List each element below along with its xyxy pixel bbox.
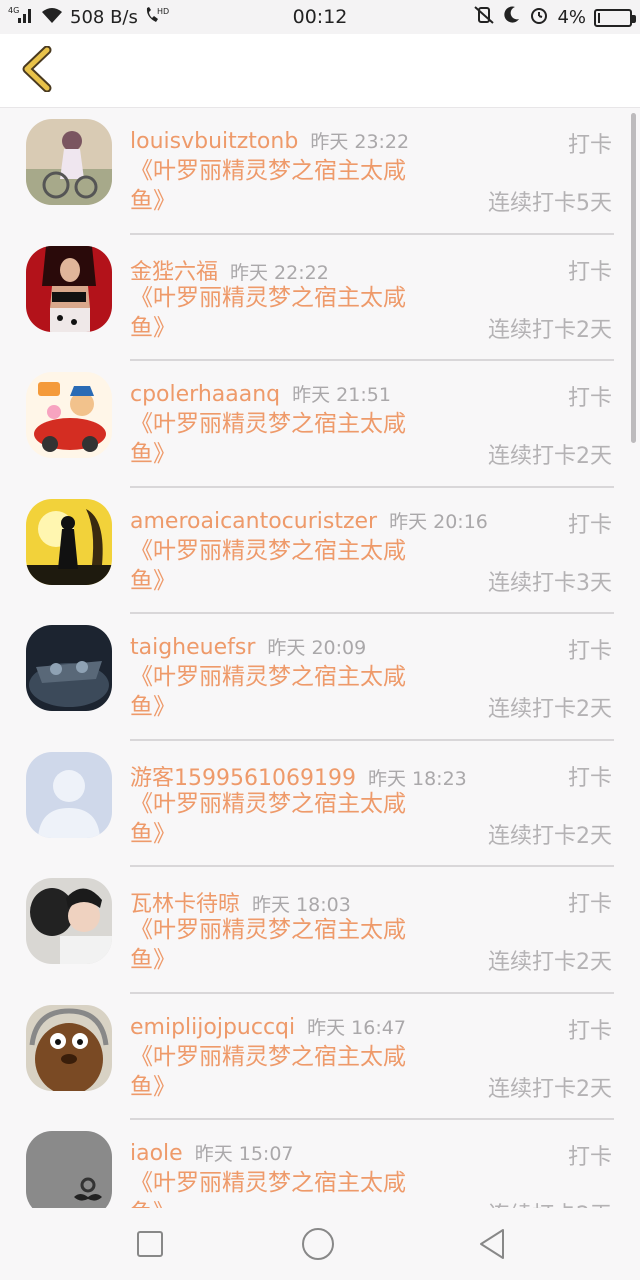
list-item[interactable]: 金狴六福 昨天 22:22 打卡 《叶罗丽精灵梦之宿主太咸鱼》 连续打卡2天 [0,235,640,361]
list-item[interactable]: 游客1599561069199 昨天 18:23 打卡 《叶罗丽精灵梦之宿主太咸鱼… [0,741,640,867]
battery-icon [594,8,636,27]
book-title[interactable]: 《叶罗丽精灵梦之宿主太咸鱼》 [130,1042,430,1102]
home-button[interactable] [300,1228,336,1264]
checkin-label: 打卡 [567,133,612,158]
streak-count: 连续打卡2天 [488,950,612,975]
recent-apps-button[interactable] [132,1228,168,1264]
user-name[interactable]: cpolerhaaanq [130,382,280,407]
list-item[interactable]: emiplijojpuccqi 昨天 16:47 打卡 《叶罗丽精灵梦之宿主太咸鱼… [0,994,640,1120]
user-name[interactable]: taigheuefsr [130,635,255,660]
item-content: taigheuefsr 昨天 20:09 打卡 《叶罗丽精灵梦之宿主太咸鱼》 连续… [130,628,614,741]
streak-count: 连续打卡2天 [488,1076,612,1102]
book-title[interactable]: 《叶罗丽精灵梦之宿主太咸鱼》 [130,662,430,722]
vibrate-off-icon [473,5,495,30]
checkin-label: 打卡 [567,259,612,285]
triangle-back-icon [477,1228,507,1264]
checkin-time: 昨天 15:07 [194,1143,294,1165]
checkin-label: 打卡 [567,1018,612,1044]
book-title[interactable]: 《叶罗丽精灵梦之宿主太咸鱼》 [130,536,430,596]
status-bar: 4G 508 B/s HD 00:12 4% [0,0,640,34]
book-title[interactable]: 《叶罗丽精灵梦之宿主太咸鱼》 [130,283,430,343]
user-name[interactable]: iaole [130,1141,183,1166]
avatar[interactable] [26,372,112,458]
book-title[interactable]: 《叶罗丽精灵梦之宿主太咸鱼》 [130,915,430,975]
user-name[interactable]: emiplijojpuccqi [130,1015,295,1040]
screen: 4G 508 B/s HD 00:12 4% louisvbuitztonb 昨… [0,0,640,1280]
item-content: ameroaicantocuristzer 昨天 20:16 打卡 《叶罗丽精灵梦… [130,502,614,614]
checkin-time: 昨天 18:03 [252,894,351,916]
streak-count: 连续打卡2天 [488,317,612,343]
chevron-left-icon [19,45,53,96]
battery-level [598,12,600,23]
list-scrollbar[interactable] [631,113,636,443]
streak-count: 连续打卡2天 [488,823,612,849]
list-item[interactable]: cpolerhaaanq 昨天 21:51 打卡 《叶罗丽精灵梦之宿主太咸鱼》 连… [0,361,640,488]
alarm-icon [529,5,549,30]
square-icon [136,1230,164,1262]
battery-percent: 4% [557,7,586,28]
list-item[interactable]: iaole 昨天 15:07 打卡 《叶罗丽精灵梦之宿主太咸鱼》 连续打卡2天 [0,1120,640,1208]
user-name[interactable]: 金狴六福 [130,260,218,285]
item-content: 游客1599561069199 昨天 18:23 打卡 《叶罗丽精灵梦之宿主太咸鱼… [130,755,614,867]
streak-count: 连续打卡2天 [488,697,612,722]
list-item[interactable]: 瓦林卡待晾 昨天 18:03 打卡 《叶罗丽精灵梦之宿主太咸鱼》 连续打卡2天 [0,867,640,994]
checkin-time: 昨天 18:23 [367,767,467,790]
moon-icon [503,5,521,30]
checkin-time: 昨天 21:51 [292,384,391,406]
book-title[interactable]: 《叶罗丽精灵梦之宿主太咸鱼》 [130,156,430,216]
avatar[interactable] [26,878,112,964]
checkin-time: 昨天 22:22 [230,261,329,284]
header [0,34,640,108]
user-name[interactable]: 游客1599561069199 [130,766,356,791]
item-content: louisvbuitztonb 昨天 23:22 打卡 《叶罗丽精灵梦之宿主太咸鱼… [130,122,614,235]
checkin-time: 昨天 23:22 [310,131,410,153]
avatar[interactable] [26,751,112,838]
system-nav-bar [0,1208,640,1280]
checkin-label: 打卡 [567,639,612,664]
checkin-time: 昨天 16:47 [307,1016,406,1039]
item-content: emiplijojpuccqi 昨天 16:47 打卡 《叶罗丽精灵梦之宿主太咸鱼… [130,1008,614,1120]
checkin-label: 打卡 [567,386,612,411]
checkin-list: louisvbuitztonb 昨天 23:22 打卡 《叶罗丽精灵梦之宿主太咸鱼… [0,108,640,1208]
checkin-label: 打卡 [567,765,612,791]
user-name[interactable]: louisvbuitztonb [130,129,298,154]
avatar[interactable] [26,119,112,205]
avatar[interactable] [26,625,112,711]
item-content: iaole 昨天 15:07 打卡 《叶罗丽精灵梦之宿主太咸鱼》 连续打卡2天 [130,1134,614,1208]
book-title[interactable]: 《叶罗丽精灵梦之宿主太咸鱼》 [130,409,430,469]
avatar[interactable] [26,245,112,332]
user-name[interactable]: 瓦林卡待晾 [130,892,240,917]
circle-icon [301,1227,335,1265]
avatar[interactable] [26,1004,112,1091]
list-item[interactable]: ameroaicantocuristzer 昨天 20:16 打卡 《叶罗丽精灵梦… [0,488,640,614]
back-button[interactable] [12,45,60,96]
checkin-time: 昨天 20:09 [267,637,367,659]
list-item[interactable]: louisvbuitztonb 昨天 23:22 打卡 《叶罗丽精灵梦之宿主太咸鱼… [0,108,640,235]
streak-count: 连续打卡3天 [488,570,612,596]
book-title[interactable]: 《叶罗丽精灵梦之宿主太咸鱼》 [130,789,430,849]
item-content: cpolerhaaanq 昨天 21:51 打卡 《叶罗丽精灵梦之宿主太咸鱼》 连… [130,375,614,488]
checkin-label: 打卡 [567,892,612,917]
item-content: 瓦林卡待晾 昨天 18:03 打卡 《叶罗丽精灵梦之宿主太咸鱼》 连续打卡2天 [130,881,614,994]
user-name[interactable]: ameroaicantocuristzer [130,509,377,534]
avatar[interactable] [26,498,112,585]
list-item[interactable]: taigheuefsr 昨天 20:09 打卡 《叶罗丽精灵梦之宿主太咸鱼》 连续… [0,614,640,741]
status-right: 4% [473,5,636,30]
checkin-time: 昨天 20:16 [389,510,488,533]
item-content: 金狴六福 昨天 22:22 打卡 《叶罗丽精灵梦之宿主太咸鱼》 连续打卡2天 [130,249,614,361]
streak-count: 连续打卡2天 [488,1197,612,1208]
system-back-button[interactable] [474,1228,510,1264]
checkin-label: 打卡 [567,1145,612,1170]
checkin-label: 打卡 [567,512,612,538]
book-title[interactable]: 《叶罗丽精灵梦之宿主太咸鱼》 [130,1168,430,1208]
avatar[interactable] [26,1131,112,1208]
streak-count: 连续打卡5天 [488,191,612,216]
streak-count: 连续打卡2天 [488,444,612,469]
